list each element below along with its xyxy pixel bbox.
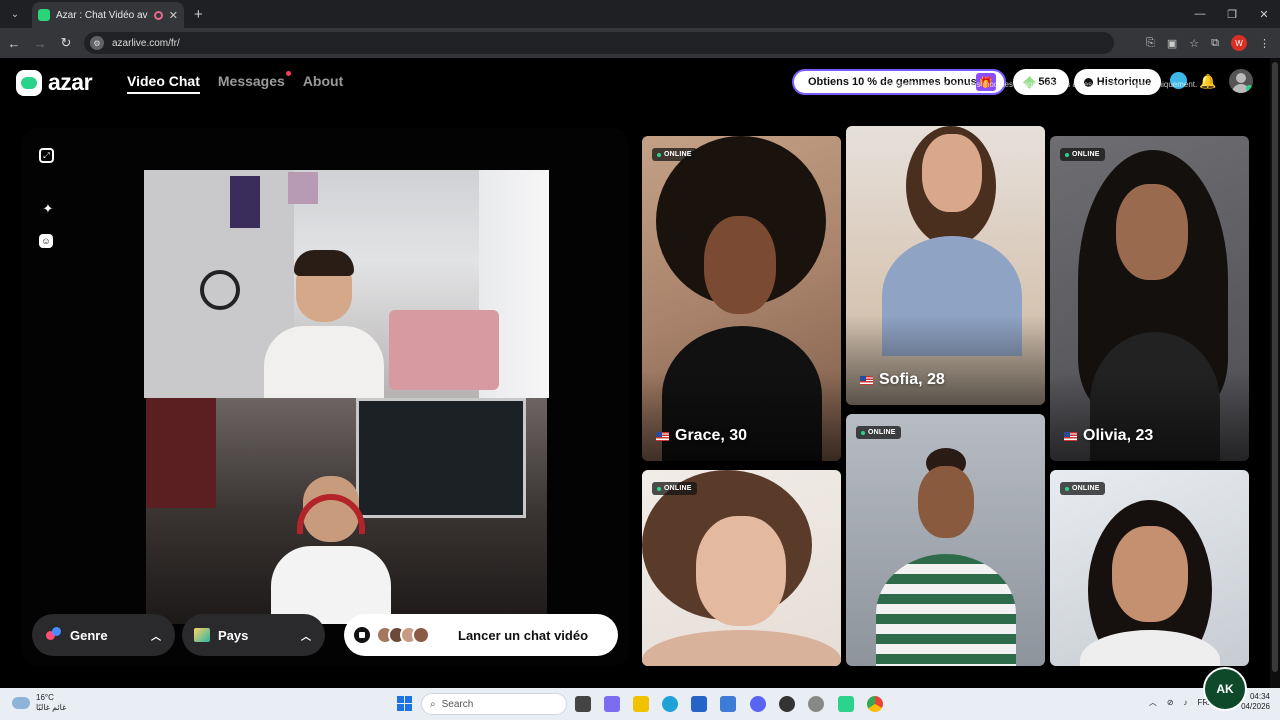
tab-close-icon[interactable]: ✕ xyxy=(169,9,178,22)
online-badge: ONLINE xyxy=(652,148,697,161)
close-window-icon[interactable]: ✕ xyxy=(1248,0,1280,28)
channel-logo-watermark: AK xyxy=(1203,667,1247,711)
remote-video-feed xyxy=(144,170,549,398)
weather-widget[interactable]: 16°C غائم غالبًا xyxy=(12,693,66,713)
temperature: 16°C xyxy=(36,693,54,702)
reload-icon[interactable]: ↻ xyxy=(54,35,78,51)
online-badge: ONLINE xyxy=(1060,482,1105,495)
time: 04:34 xyxy=(1249,692,1270,701)
magic-wand-icon[interactable]: ✦ xyxy=(39,200,57,218)
new-tab-button[interactable]: + xyxy=(194,6,203,23)
nav-about[interactable]: About xyxy=(303,73,343,94)
chrome-icon[interactable] xyxy=(867,696,883,712)
windows-taskbar: 16°C غائم غالبًا ⌕ Search ︿ ⊘ ♪ FRA ▭ 04… xyxy=(0,688,1280,720)
site-info-icon[interactable]: ⚙ xyxy=(90,36,104,50)
main-nav: Video Chat Messages About xyxy=(127,71,343,94)
tab-title: Azar : Chat Vidéo avec de n xyxy=(56,9,148,21)
nav-messages[interactable]: Messages xyxy=(218,71,291,94)
azar-logo-icon xyxy=(16,69,42,96)
start-video-chat-button[interactable]: Lancer un chat vidéo xyxy=(344,614,618,656)
chevron-up-icon: ︿ xyxy=(301,631,311,643)
logo-text: azar xyxy=(48,69,93,95)
profile-card[interactable]: ONLINE xyxy=(1050,470,1249,666)
azar-app: azar Video Chat Messages About Obtiens 1… xyxy=(0,58,1270,688)
us-flag-icon xyxy=(656,431,669,441)
illustration-disclaimer: Toutes les images sont des modèles et so… xyxy=(884,80,1198,89)
profile-name: Grace, 30 xyxy=(656,427,747,445)
toolbar-actions: ⎘ ▣ ☆ ⧉ W ⋮ xyxy=(1146,28,1280,58)
azar-logo[interactable]: azar xyxy=(16,69,93,96)
search-placeholder: Search xyxy=(441,698,474,710)
country-filter-button[interactable]: Pays ︿ xyxy=(182,614,325,656)
address-bar[interactable]: ⚙ azarlive.com/fr/ xyxy=(84,32,1114,54)
cast-icon[interactable]: ▣ xyxy=(1167,37,1177,50)
store-icon[interactable] xyxy=(691,696,707,712)
profile-avatar[interactable]: W xyxy=(1231,35,1247,51)
browser-menu-icon[interactable]: ⋮ xyxy=(1259,37,1270,50)
minimize-icon[interactable]: — xyxy=(1184,0,1216,28)
nav-video-chat[interactable]: Video Chat xyxy=(127,73,200,94)
online-dot-icon xyxy=(1246,85,1253,92)
chevron-up-icon: ︿ xyxy=(151,631,161,643)
back-icon[interactable]: ← xyxy=(2,36,26,51)
tab-search-icon[interactable]: ⌄ xyxy=(4,3,26,25)
forward-icon[interactable]: → xyxy=(28,36,52,51)
task-view-icon[interactable] xyxy=(575,696,591,712)
browser-toolbar: ← → ↻ ⚙ azarlive.com/fr/ ⎘ ▣ ☆ ⧉ W ⋮ xyxy=(0,28,1280,58)
fullscreen-icon[interactable]: ⤢ xyxy=(39,148,54,163)
local-video-feed xyxy=(146,398,547,624)
file-explorer-icon[interactable] xyxy=(633,696,649,712)
search-icon: ⌕ xyxy=(430,698,436,710)
gender-icon xyxy=(46,627,62,643)
online-badge: ONLINE xyxy=(1060,148,1105,161)
country-icon xyxy=(194,628,210,642)
scrollbar-thumb[interactable] xyxy=(1272,62,1278,672)
pays-label: Pays xyxy=(218,627,249,643)
translate-icon[interactable]: ⎘ xyxy=(1146,37,1155,50)
profile-name: Sofia, 28 xyxy=(860,371,945,389)
app-icon[interactable] xyxy=(779,696,795,712)
browser-tab-azar[interactable]: Azar : Chat Vidéo avec de n ✕ xyxy=(32,2,184,28)
online-badge: ONLINE xyxy=(652,482,697,495)
us-flag-icon xyxy=(860,375,873,385)
microphone-icon[interactable]: ♪ xyxy=(1184,698,1188,707)
edge-icon[interactable] xyxy=(662,696,678,712)
genre-label: Genre xyxy=(70,627,108,643)
start-label: Lancer un chat vidéo xyxy=(458,627,589,643)
tray-overflow-icon[interactable]: ︿ xyxy=(1149,697,1157,708)
camera-icon[interactable]: ⊘ xyxy=(1167,698,1174,707)
profile-card[interactable]: ONLINE xyxy=(642,470,841,666)
online-badge: ONLINE xyxy=(856,426,901,439)
face-filter-icon[interactable]: ☺ xyxy=(39,234,53,248)
profile-card[interactable]: ONLINE xyxy=(846,414,1045,666)
date: 04/2026 xyxy=(1241,702,1270,711)
bookmark-star-icon[interactable]: ☆ xyxy=(1189,37,1199,50)
gender-filter-button[interactable]: Genre ︿ xyxy=(32,614,175,656)
outlook-icon[interactable] xyxy=(720,696,736,712)
extensions-icon[interactable]: ⧉ xyxy=(1211,37,1219,50)
url-text: azarlive.com/fr/ xyxy=(112,37,180,49)
azar-favicon-icon xyxy=(38,9,50,21)
video-chat-panel: ⤢ ✦ ☺ xyxy=(22,128,629,666)
window-controls: — ❐ ✕ xyxy=(1184,0,1280,28)
profile-card[interactable]: ONLINE Olivia, 23 xyxy=(1050,136,1249,461)
profile-card[interactable]: Sofia, 28 xyxy=(846,126,1045,405)
android-app-icon[interactable] xyxy=(838,696,854,712)
weather-text: غائم غالبًا xyxy=(36,703,67,712)
user-faces-icon xyxy=(376,626,430,644)
us-flag-icon xyxy=(1064,431,1077,441)
restore-icon[interactable]: ❐ xyxy=(1216,0,1248,28)
recording-indicator-icon xyxy=(153,10,163,20)
browser-tab-bar: ⌄ Azar : Chat Vidéo avec de n ✕ + — ❐ ✕ xyxy=(0,0,1280,28)
profile-name: Olivia, 23 xyxy=(1064,427,1153,445)
settings-icon[interactable] xyxy=(808,696,824,712)
taskbar-search[interactable]: ⌕ Search xyxy=(421,693,567,715)
cloud-icon xyxy=(12,697,30,709)
record-icon xyxy=(354,627,370,643)
copilot-icon[interactable] xyxy=(604,696,620,712)
discord-icon[interactable] xyxy=(750,696,766,712)
profile-card[interactable]: ONLINE Grace, 30 xyxy=(642,136,841,461)
windows-start-icon[interactable] xyxy=(397,696,412,711)
